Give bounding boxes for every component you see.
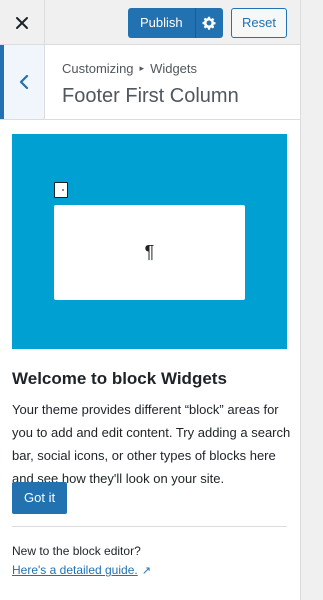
publish-button[interactable]: Publish — [128, 8, 195, 38]
widget-area-content: ¶ Welcome to block Widgets Your theme pr… — [0, 120, 300, 600]
paragraph-block-card: ¶ — [54, 205, 245, 300]
customizer-header: Publish Reset — [0, 0, 300, 45]
chevron-left-icon — [19, 75, 29, 89]
breadcrumb: Customizing ▸ Widgets — [62, 61, 197, 76]
customizer-panel: Publish Reset Customizing ▸ Widgets Foot… — [0, 0, 323, 600]
divider — [12, 526, 287, 527]
publish-button-group: Publish — [128, 8, 223, 38]
breadcrumb-child: Widgets — [150, 61, 198, 76]
new-editor-text: New to the block editor? — [12, 544, 141, 558]
pilcrow-icon: ¶ — [144, 242, 155, 262]
breadcrumb-parent: Customizing — [62, 61, 134, 76]
section-header: Customizing ▸ Widgets Footer First Colum… — [0, 45, 300, 120]
page-title: Footer First Column — [62, 85, 239, 107]
close-icon[interactable] — [0, 0, 45, 45]
breadcrumb-arrow-icon: ▸ — [139, 63, 145, 73]
welcome-description: Your theme provides different “block” ar… — [12, 402, 291, 486]
block-inserter-icon — [54, 182, 68, 198]
scrollbar[interactable] — [300, 0, 323, 600]
external-link-icon: ↗ — [141, 564, 151, 577]
guide-link-label: Here's a detailed guide. — [12, 563, 138, 577]
guide-link[interactable]: Here's a detailed guide. ↗ — [12, 563, 151, 577]
back-button[interactable] — [0, 45, 45, 119]
welcome-illustration: ¶ — [12, 134, 287, 349]
reset-button[interactable]: Reset — [231, 8, 287, 38]
got-it-button[interactable]: Got it — [12, 482, 68, 514]
welcome-title: Welcome to block Widgets — [12, 369, 227, 388]
gear-icon — [202, 16, 216, 30]
publish-settings-button[interactable] — [194, 8, 223, 38]
